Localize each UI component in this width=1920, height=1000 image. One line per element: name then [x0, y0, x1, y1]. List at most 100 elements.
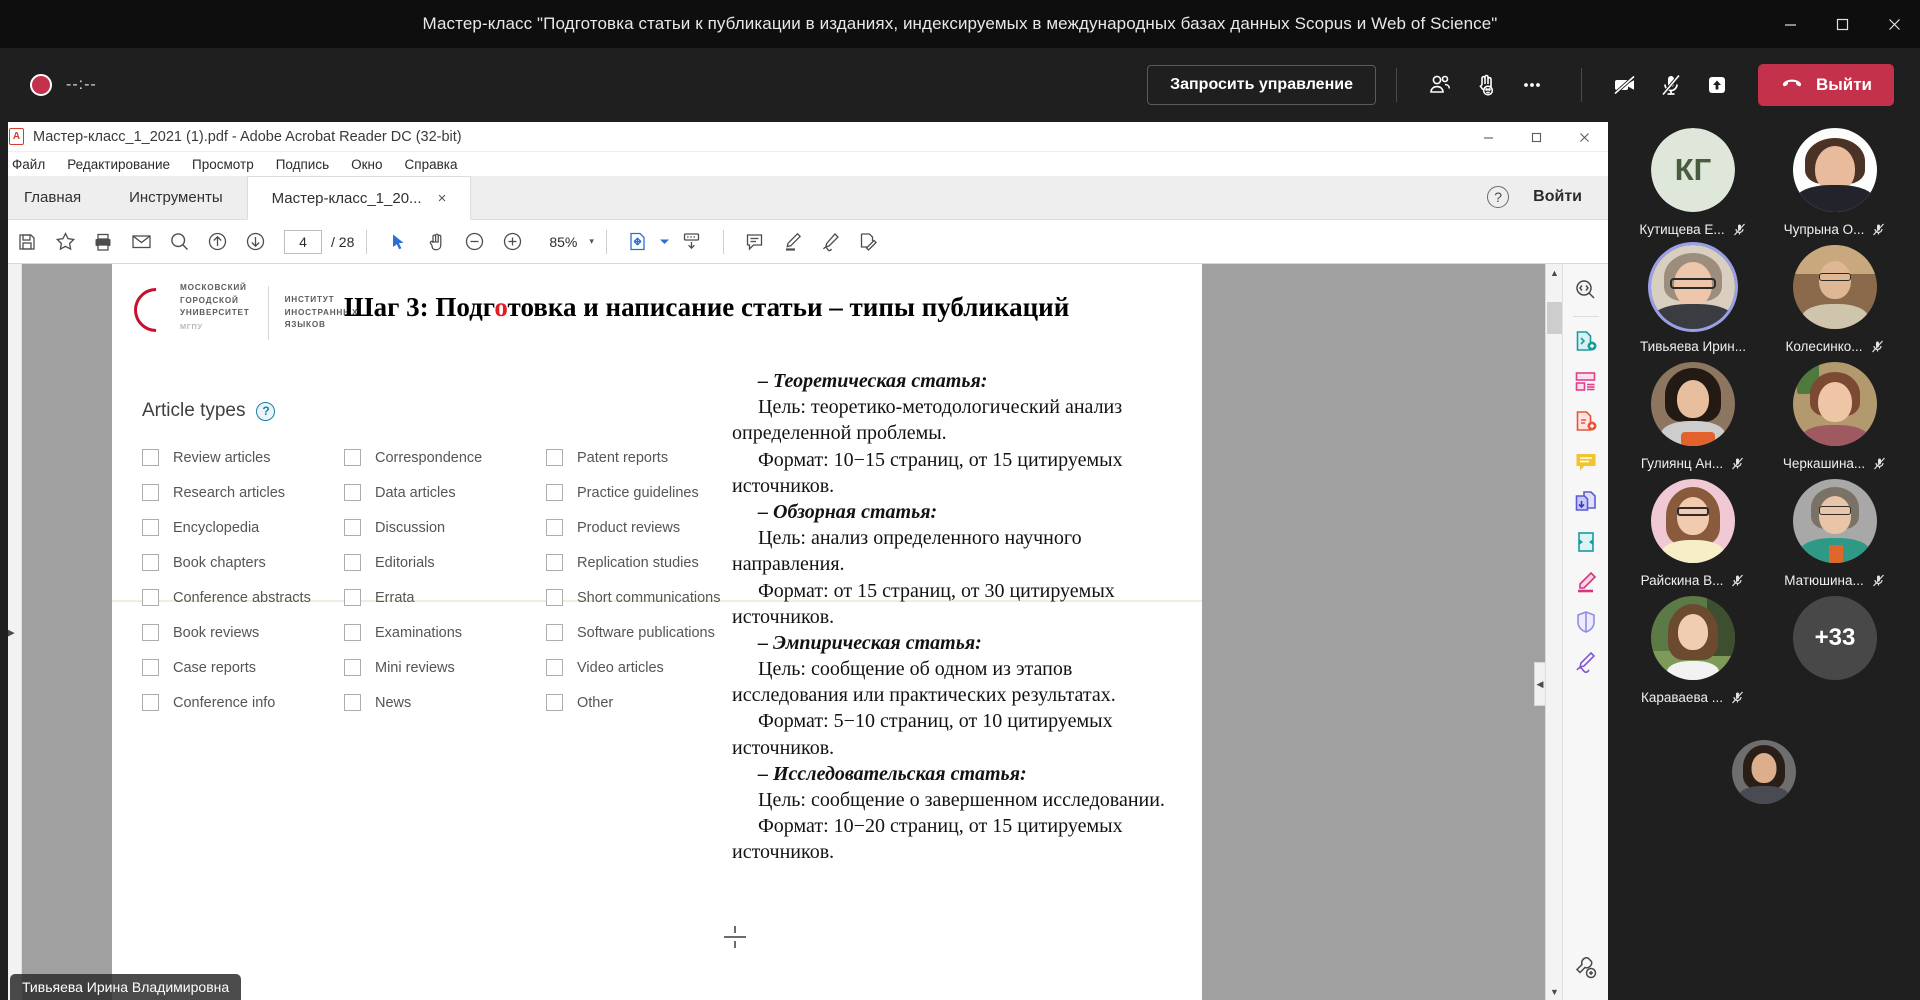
checkbox-item[interactable]: Book chapters [142, 545, 344, 580]
combine-files-icon[interactable] [1569, 485, 1603, 519]
search-icon[interactable] [160, 223, 198, 261]
participant-tile[interactable]: Караваева ... [1622, 596, 1764, 707]
checkbox-item[interactable]: Research articles [142, 475, 344, 510]
question-mark-icon[interactable]: ? [256, 401, 276, 421]
acrobat-minimize-icon[interactable] [1464, 122, 1512, 152]
scroll-down-icon[interactable]: ▼ [1546, 983, 1562, 1000]
checkbox-item[interactable]: Review articles [142, 440, 344, 475]
leave-call-button[interactable]: Выйти [1757, 64, 1894, 106]
email-icon[interactable] [122, 223, 160, 261]
scroll-mode-icon[interactable] [673, 223, 711, 261]
pdf-document-area[interactable]: МОСКОВСКИЙ ГОРОДСКОЙ УНИВЕРСИТЕТ МГПУ ИН… [22, 264, 1562, 1000]
favorite-star-icon[interactable] [46, 223, 84, 261]
participant-tile[interactable]: Тивьяева Ирин... [1622, 245, 1764, 356]
menu-view[interactable]: Просмотр [192, 157, 254, 172]
document-scrollbar[interactable]: ▲ ▼ [1545, 264, 1562, 1000]
checkbox-icon[interactable] [546, 624, 563, 641]
next-page-icon[interactable] [236, 223, 274, 261]
participant-overflow-tile[interactable]: +33 [1764, 596, 1906, 707]
checkbox-icon[interactable] [546, 694, 563, 711]
checkbox-item[interactable]: Practice guidelines [546, 475, 748, 510]
fit-page-icon[interactable] [619, 223, 657, 261]
checkbox-icon[interactable] [546, 519, 563, 536]
checkbox-icon[interactable] [142, 589, 159, 606]
checkbox-icon[interactable] [546, 659, 563, 676]
export-pdf-icon[interactable] [1569, 325, 1603, 359]
checkbox-item[interactable]: Errata [344, 580, 546, 615]
help-icon[interactable]: ? [1487, 186, 1510, 208]
participant-tile[interactable]: Черкашина... [1764, 362, 1906, 473]
checkbox-item[interactable]: Encyclopedia [142, 510, 344, 545]
participant-tile[interactable]: Матюшина... [1764, 479, 1906, 590]
checkbox-icon[interactable] [546, 554, 563, 571]
maximize-icon[interactable] [1816, 0, 1868, 48]
checkbox-icon[interactable] [344, 624, 361, 641]
checkbox-icon[interactable] [142, 624, 159, 641]
zoom-level-label[interactable]: 85% [549, 234, 577, 250]
collapse-pane-handle[interactable]: ◀ [1534, 662, 1545, 706]
checkbox-icon[interactable] [344, 694, 361, 711]
add-comment-icon[interactable] [736, 223, 774, 261]
camera-off-icon[interactable] [1602, 62, 1648, 108]
previous-page-icon[interactable] [198, 223, 236, 261]
participant-tile[interactable]: Райскина В... [1622, 479, 1764, 590]
print-icon[interactable] [84, 223, 122, 261]
participant-tile[interactable]: КГ Кутищева Е... [1622, 128, 1764, 239]
zoom-out-icon[interactable] [455, 223, 493, 261]
share-screen-icon[interactable] [1694, 62, 1740, 108]
tab-document[interactable]: Мастер-класс_1_20... × [246, 176, 472, 220]
checkbox-icon[interactable] [142, 554, 159, 571]
checkbox-item[interactable]: Video articles [546, 650, 748, 685]
scrollbar-thumb[interactable] [1547, 302, 1562, 334]
request-control-button[interactable]: Запросить управление [1147, 65, 1376, 105]
create-pdf-icon[interactable] [1569, 405, 1603, 439]
checkbox-item[interactable]: Replication studies [546, 545, 748, 580]
checkbox-icon[interactable] [344, 659, 361, 676]
menu-help[interactable]: Справка [405, 157, 458, 172]
menu-file[interactable]: Файл [12, 157, 45, 172]
fill-and-sign-icon[interactable] [850, 223, 888, 261]
more-options-icon[interactable] [1509, 62, 1555, 108]
checkbox-icon[interactable] [142, 659, 159, 676]
checkbox-item[interactable]: Conference abstracts [142, 580, 344, 615]
protect-shield-icon[interactable] [1569, 605, 1603, 639]
close-icon[interactable] [1868, 0, 1920, 48]
compress-pdf-icon[interactable] [1569, 525, 1603, 559]
acrobat-close-icon[interactable] [1560, 122, 1608, 152]
participant-tile[interactable]: Гулиянц Ан... [1622, 362, 1764, 473]
tab-close-icon[interactable]: × [438, 190, 447, 207]
checkbox-item[interactable]: Discussion [344, 510, 546, 545]
checkbox-item[interactable]: Book reviews [142, 615, 344, 650]
fit-page-caret-icon[interactable] [657, 223, 673, 261]
participant-tile[interactable]: Колесинко... [1764, 245, 1906, 356]
checkbox-item[interactable]: Case reports [142, 650, 344, 685]
menu-window[interactable]: Окно [351, 157, 382, 172]
checkbox-item[interactable]: Data articles [344, 475, 546, 510]
checkbox-item[interactable]: Product reviews [546, 510, 748, 545]
checkbox-icon[interactable] [344, 589, 361, 606]
tab-tools[interactable]: Инструменты [105, 175, 247, 219]
menu-sign[interactable]: Подпись [276, 157, 329, 172]
edit-highlight-icon[interactable] [1569, 565, 1603, 599]
sign-in-button[interactable]: Войти [1533, 188, 1582, 206]
menu-edit[interactable]: Редактирование [67, 157, 170, 172]
page-number-input[interactable]: 4 [284, 229, 322, 254]
comment-icon[interactable] [1569, 445, 1603, 479]
more-tools-icon[interactable] [1569, 950, 1603, 984]
hand-tool-icon[interactable] [417, 223, 455, 261]
acrobat-maximize-icon[interactable] [1512, 122, 1560, 152]
checkbox-icon[interactable] [142, 484, 159, 501]
checkbox-icon[interactable] [142, 694, 159, 711]
checkbox-item[interactable]: Software publications [546, 615, 748, 650]
checkbox-icon[interactable] [546, 484, 563, 501]
raise-hand-icon[interactable] [1463, 62, 1509, 108]
fill-sign-icon[interactable] [1569, 645, 1603, 679]
save-icon[interactable] [8, 223, 46, 261]
checkbox-item[interactable]: Correspondence [344, 440, 546, 475]
chevron-down-icon[interactable]: ▾ [589, 236, 594, 247]
checkbox-icon[interactable] [546, 449, 563, 466]
checkbox-item[interactable]: Editorials [344, 545, 546, 580]
checkbox-icon[interactable] [344, 554, 361, 571]
checkbox-icon[interactable] [142, 449, 159, 466]
checkbox-icon[interactable] [344, 449, 361, 466]
